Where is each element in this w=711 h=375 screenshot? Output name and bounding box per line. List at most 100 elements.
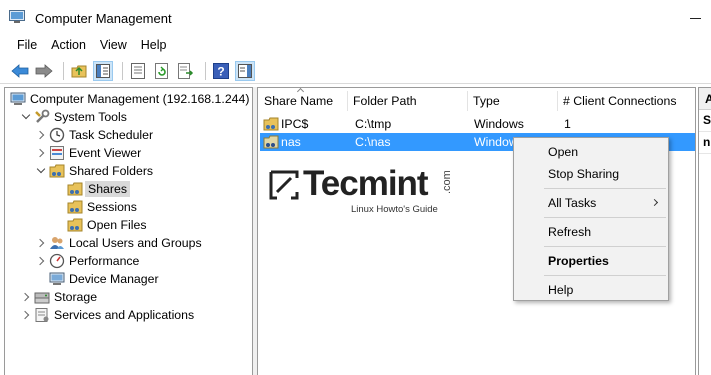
computer-management-icon xyxy=(9,10,25,24)
chevron-down-icon[interactable] xyxy=(21,112,31,122)
back-arrow-icon[interactable] xyxy=(10,61,30,81)
menu-item-open[interactable]: Open xyxy=(514,141,668,163)
actions-header: A xyxy=(699,88,711,110)
tree-node-device-manager[interactable]: Device Manager xyxy=(49,270,159,288)
refresh-icon[interactable] xyxy=(152,61,172,81)
watermark-suffix: .com xyxy=(441,170,453,194)
column-header-client-connections[interactable]: # Client Connections xyxy=(563,88,693,114)
export-list-icon[interactable] xyxy=(176,61,196,81)
context-menu: Open Stop Sharing All Tasks Refresh Prop… xyxy=(513,137,669,301)
tree-node-performance[interactable]: Performance xyxy=(36,252,139,270)
menu-view[interactable]: View xyxy=(93,36,134,56)
cell-client-connections: 1 xyxy=(564,117,571,131)
chevron-right-icon xyxy=(650,198,659,207)
tree-label: Shared Folders xyxy=(69,164,154,178)
menu-item-refresh[interactable]: Refresh xyxy=(514,221,668,243)
cell-share-name: IPC$ xyxy=(281,117,309,131)
tree-node-local-users[interactable]: Local Users and Groups xyxy=(36,234,202,252)
show-hide-tree-icon[interactable] xyxy=(93,60,113,81)
menu-item-all-tasks[interactable]: All Tasks xyxy=(514,192,668,214)
table-row[interactable]: IPC$ C:\tmp Windows 1 xyxy=(260,115,695,133)
storage-icon xyxy=(34,289,50,305)
show-action-pane-icon[interactable] xyxy=(235,60,255,81)
clock-icon xyxy=(49,127,65,143)
minimize-button[interactable] xyxy=(688,10,708,26)
menu-file[interactable]: File xyxy=(0,36,44,56)
tree-label: Shares xyxy=(85,181,130,197)
tree-node-sessions[interactable]: Sessions xyxy=(67,198,137,216)
title-bar: Computer Management xyxy=(0,0,711,34)
toolbar-separator xyxy=(122,61,123,80)
tecmint-logo-icon xyxy=(269,170,299,200)
cell-folder-path: C:\tmp xyxy=(355,117,392,131)
chevron-right-icon[interactable] xyxy=(36,148,46,158)
menu-item-help[interactable]: Help xyxy=(514,279,668,301)
tools-icon xyxy=(34,109,50,125)
shared-folder-icon xyxy=(49,163,65,179)
tree-label: Services and Applications xyxy=(54,308,195,322)
tree-node-root[interactable]: Computer Management (192.168.1.244) xyxy=(10,90,249,108)
chevron-right-icon[interactable] xyxy=(36,130,46,140)
cell-folder-path: C:\nas xyxy=(355,135,391,149)
actions-pane: A S n xyxy=(698,87,711,375)
tree-node-storage[interactable]: Storage xyxy=(21,288,97,306)
tree-label: Local Users and Groups xyxy=(69,236,202,250)
column-header-share-name[interactable]: Share Name xyxy=(264,88,348,114)
computer-icon xyxy=(10,91,26,107)
menu-separator xyxy=(544,275,666,276)
tree-node-system-tools[interactable]: System Tools xyxy=(21,108,127,126)
cell-share-name: nas xyxy=(281,135,301,149)
column-divider[interactable] xyxy=(467,91,468,111)
column-header-type[interactable]: Type xyxy=(473,88,558,114)
column-header-folder-path[interactable]: Folder Path xyxy=(353,88,468,114)
open-files-icon xyxy=(67,217,83,233)
tree-label: Computer Management (192.168.1.244) xyxy=(30,92,250,106)
chevron-right-icon[interactable] xyxy=(21,310,31,320)
toolbar-separator xyxy=(205,61,206,80)
tree-node-task-scheduler[interactable]: Task Scheduler xyxy=(36,126,153,144)
chevron-right-icon[interactable] xyxy=(36,238,46,248)
column-divider[interactable] xyxy=(347,91,348,111)
menu-help[interactable]: Help xyxy=(134,36,174,56)
cell-type: Window xyxy=(474,135,518,149)
help-icon[interactable]: ? xyxy=(211,61,231,81)
users-icon xyxy=(49,235,65,251)
chevron-right-icon[interactable] xyxy=(36,256,46,266)
actions-section[interactable]: S xyxy=(699,111,711,132)
chevron-right-icon[interactable] xyxy=(21,292,31,302)
sessions-icon xyxy=(67,199,83,215)
tree-node-services[interactable]: Services and Applications xyxy=(21,306,194,324)
svg-text:?: ? xyxy=(217,64,224,78)
menu-separator xyxy=(544,246,666,247)
forward-arrow-icon[interactable] xyxy=(34,61,54,81)
performance-icon xyxy=(49,253,65,269)
console-tree: Computer Management (192.168.1.244) Syst… xyxy=(4,87,253,375)
tree-label: Event Viewer xyxy=(69,146,142,160)
watermark-brand: Tecmint xyxy=(303,164,429,203)
window-title: Computer Management xyxy=(35,11,172,26)
menu-separator xyxy=(544,188,666,189)
up-folder-icon[interactable] xyxy=(69,61,89,81)
properties-icon[interactable] xyxy=(128,61,148,81)
cell-type: Windows xyxy=(474,117,524,131)
tree-node-open-files[interactable]: Open Files xyxy=(67,216,146,234)
menu-separator xyxy=(544,217,666,218)
event-viewer-icon xyxy=(49,145,65,161)
tree-node-shares[interactable]: Shares xyxy=(67,180,130,198)
services-icon xyxy=(34,307,50,323)
tree-node-shared-folders[interactable]: Shared Folders xyxy=(36,162,153,180)
column-divider[interactable] xyxy=(557,91,558,111)
actions-section[interactable]: n xyxy=(699,133,711,154)
menu-item-properties[interactable]: Properties xyxy=(514,250,668,272)
toolbar-separator xyxy=(63,61,64,80)
chevron-down-icon[interactable] xyxy=(36,166,46,176)
tree-node-event-viewer[interactable]: Event Viewer xyxy=(36,144,141,162)
menu-bar: File Action View Help xyxy=(0,36,711,56)
tree-label: Storage xyxy=(54,290,98,304)
menu-action[interactable]: Action xyxy=(44,36,93,56)
tecmint-watermark: Tecmint .com Linux Howto's Guide xyxy=(269,164,469,216)
menu-item-stop-sharing[interactable]: Stop Sharing xyxy=(514,163,668,185)
watermark-tagline: Linux Howto's Guide xyxy=(351,204,438,215)
shares-icon xyxy=(67,181,83,197)
tree-label: System Tools xyxy=(54,110,127,124)
